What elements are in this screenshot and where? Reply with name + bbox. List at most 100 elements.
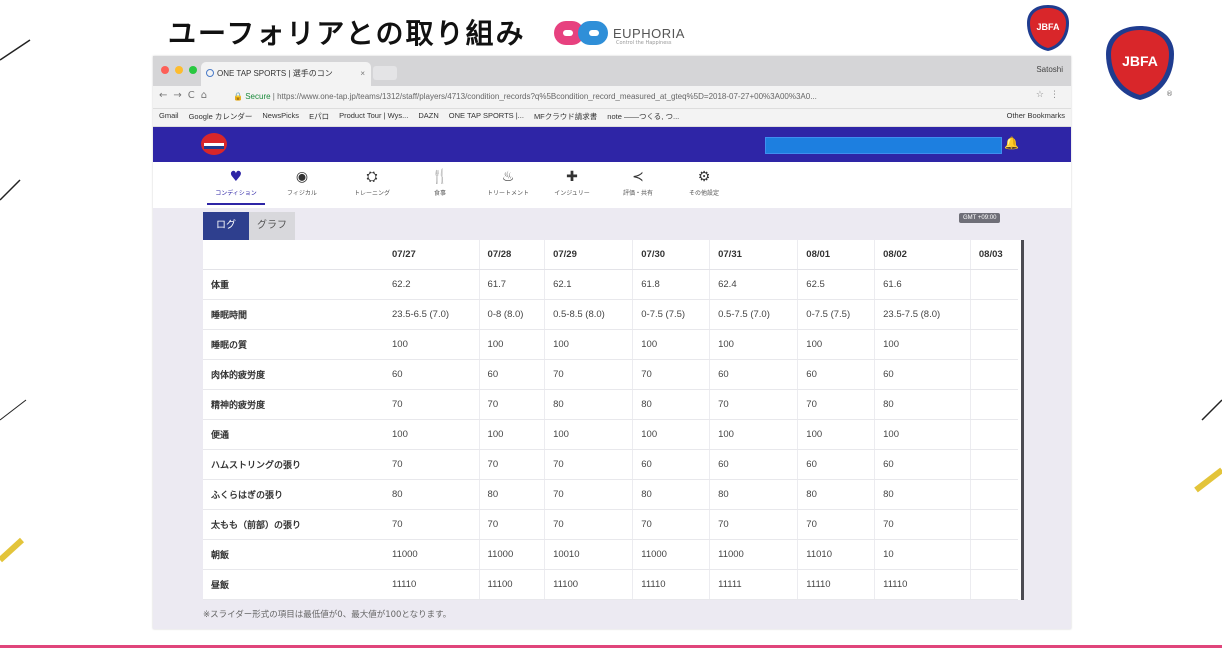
nav-item-0[interactable]: ♥ コンディション xyxy=(201,168,271,205)
bookmark-item[interactable]: Product Tour | Wys... xyxy=(339,111,408,122)
nav-label: トレーニング xyxy=(353,190,390,197)
table-cell: 11000 xyxy=(709,539,798,570)
euphoria-logo-text: EUPHORIA xyxy=(613,25,685,41)
date-column-header: 08/02 xyxy=(874,240,971,270)
team-logo-icon[interactable] xyxy=(201,131,227,157)
nav-item-5[interactable]: ✚ インジュリー xyxy=(537,168,607,197)
table-cell: 100 xyxy=(709,419,798,450)
nav-item-4[interactable]: ♨ トリートメント xyxy=(473,168,543,197)
date-column-header: 07/29 xyxy=(544,240,633,270)
slide-title: ユーフォリアとの取り組み xyxy=(168,17,526,50)
nav-item-7[interactable]: ⚙ その他設定 xyxy=(669,168,739,197)
browser-actions[interactable]: ☆⋮ xyxy=(1036,90,1065,100)
condition-table-container[interactable]: 07/27 07/28 07/29 07/30 07/31 08/01 08/02 08/03… xyxy=(203,240,1024,600)
row-label: 昼飯 xyxy=(203,569,384,600)
table-cell: 80 xyxy=(384,479,480,510)
table-cell: 11100 xyxy=(478,569,545,600)
table-cell: 61.8 xyxy=(632,269,710,300)
navigation-buttons[interactable]: ←→C⌂ xyxy=(159,90,213,101)
nav-item-6[interactable]: ≺ 評価・共有 xyxy=(603,168,673,197)
bookmark-item[interactable]: MFクラウド請求書 xyxy=(534,111,597,122)
bookmark-item[interactable]: Gmail xyxy=(159,111,179,122)
table-row: ふくらはぎの張り 80 80 70 80 80 80 80 xyxy=(203,479,1018,510)
table-cell: 70 xyxy=(384,449,480,480)
bookmark-item[interactable]: NewsPicks xyxy=(262,111,299,122)
minimize-window-button[interactable] xyxy=(175,66,183,74)
table-cell: 70 xyxy=(874,509,971,540)
table-cell: 0.5-7.5 (7.0) xyxy=(709,299,798,330)
jbfa-emblem-small: JBFA xyxy=(1027,5,1069,51)
bookmark-item[interactable]: DAZN xyxy=(418,111,438,122)
bookmark-item[interactable]: Google カレンダー xyxy=(189,111,253,122)
bookmark-item[interactable]: Eパロ xyxy=(309,111,329,122)
table-row: 太もも（前部）の張り 70 70 70 70 70 70 70 xyxy=(203,509,1018,540)
close-window-button[interactable] xyxy=(161,66,169,74)
nav-label: インジュリー xyxy=(554,190,590,197)
browser-tab[interactable]: ONE TAP SPORTS | 選手のコン × xyxy=(201,62,371,86)
table-cell xyxy=(969,449,1018,480)
table-cell: 80 xyxy=(709,479,798,510)
table-cell: 100 xyxy=(544,329,633,360)
url-text: https://www.one-tap.jp/teams/1312/staff/… xyxy=(277,92,817,101)
table-cell: 100 xyxy=(874,329,971,360)
table-cell: 70 xyxy=(544,449,633,480)
tab-graph[interactable]: グラフ xyxy=(249,212,295,240)
profile-name[interactable]: Satoshi xyxy=(1036,65,1063,74)
table-row: 睡眠の質 100 100 100 100 100 100 100 xyxy=(203,329,1018,360)
address-bar: ←→C⌂ 🔒 Secure | https://www.one-tap.jp/t… xyxy=(153,86,1071,109)
table-cell: 11110 xyxy=(709,599,798,600)
other-bookmarks[interactable]: Other Bookmarks xyxy=(1007,111,1065,120)
search-input[interactable] xyxy=(765,137,1002,154)
row-label: 便通 xyxy=(203,419,384,450)
nav-label: その他設定 xyxy=(688,190,719,197)
table-row: 夕食11111111101111111110111101111111111 xyxy=(203,599,1018,600)
share-icon: ≺ xyxy=(632,169,644,185)
table-cell: 61.7 xyxy=(478,269,545,300)
treatment-icon: ♨ xyxy=(501,169,515,185)
table-cell: 100 xyxy=(874,419,971,450)
bookmark-item[interactable]: ONE TAP SPORTS |... xyxy=(449,111,524,122)
table-cell: 70 xyxy=(478,509,545,540)
new-tab-button[interactable] xyxy=(373,66,397,80)
url-field[interactable]: 🔒 Secure | https://www.one-tap.jp/teams/… xyxy=(233,89,1023,105)
bell-icon[interactable]: 🔔 xyxy=(1004,136,1019,152)
slide-decoration-right xyxy=(1194,399,1222,493)
table-cell: 70 xyxy=(632,359,710,390)
nav-item-1[interactable]: ◉ フィジカル xyxy=(267,168,337,197)
meal-icon: 🍴 xyxy=(431,169,449,185)
bookmark-item[interactable]: note ——つくる, つ... xyxy=(607,111,679,122)
table-cell xyxy=(969,299,1018,330)
row-label: 朝飯 xyxy=(203,539,384,570)
table-cell: 70 xyxy=(478,449,545,480)
table-cell: 11100 xyxy=(544,569,633,600)
nav-item-3[interactable]: 🍴 食事 xyxy=(405,168,475,197)
table-cell: 0-7.5 (7.5) xyxy=(632,299,710,330)
table-cell: 70 xyxy=(544,479,633,510)
table-cell: 10 xyxy=(874,539,971,570)
browser-tab-bar: ONE TAP SPORTS | 選手のコン × Satoshi xyxy=(153,56,1071,86)
tab-log[interactable]: ログ xyxy=(203,212,249,240)
row-label: 睡眠時間 xyxy=(203,299,384,330)
table-cell: 0.5-8.5 (8.0) xyxy=(544,299,633,330)
table-cell: 80 xyxy=(797,479,875,510)
condition-table: 07/27 07/28 07/29 07/30 07/31 08/01 08/02 08/03… xyxy=(203,240,1018,600)
registered-mark: ® xyxy=(1166,90,1173,98)
table-cell: 70 xyxy=(544,359,633,390)
table-cell: 61.6 xyxy=(874,269,971,300)
row-label: 太もも（前部）の張り xyxy=(203,509,384,540)
row-label: 精神的疲労度 xyxy=(203,389,384,420)
table-cell: 60 xyxy=(384,359,480,390)
nav-item-2[interactable]: ⛭ トレーニング xyxy=(337,168,407,197)
table-row: 睡眠時間 23.5-6.5 (7.0) 0-8 (8.0) 0.5-8.5 (8.0)… xyxy=(203,299,1018,330)
table-row: 肉体的疲労度 60 60 70 70 60 60 60 xyxy=(203,359,1018,390)
table-header-row: 07/27 07/28 07/29 07/30 07/31 08/01 08/02 08/03 xyxy=(203,240,1018,270)
table-cell: 70 xyxy=(478,389,545,420)
table-cell: 60 xyxy=(874,359,971,390)
table-row: 昼飯 11110 11100 11100 11110 11111 11110 11110 xyxy=(203,569,1018,600)
maximize-window-button[interactable] xyxy=(189,66,197,74)
table-cell: 100 xyxy=(709,329,798,360)
close-tab-icon[interactable]: × xyxy=(360,62,365,86)
date-column-header: 08/03 xyxy=(969,240,1018,270)
tab-title: ONE TAP SPORTS | 選手のコン xyxy=(217,69,333,78)
table-cell: 11111 xyxy=(797,599,875,600)
